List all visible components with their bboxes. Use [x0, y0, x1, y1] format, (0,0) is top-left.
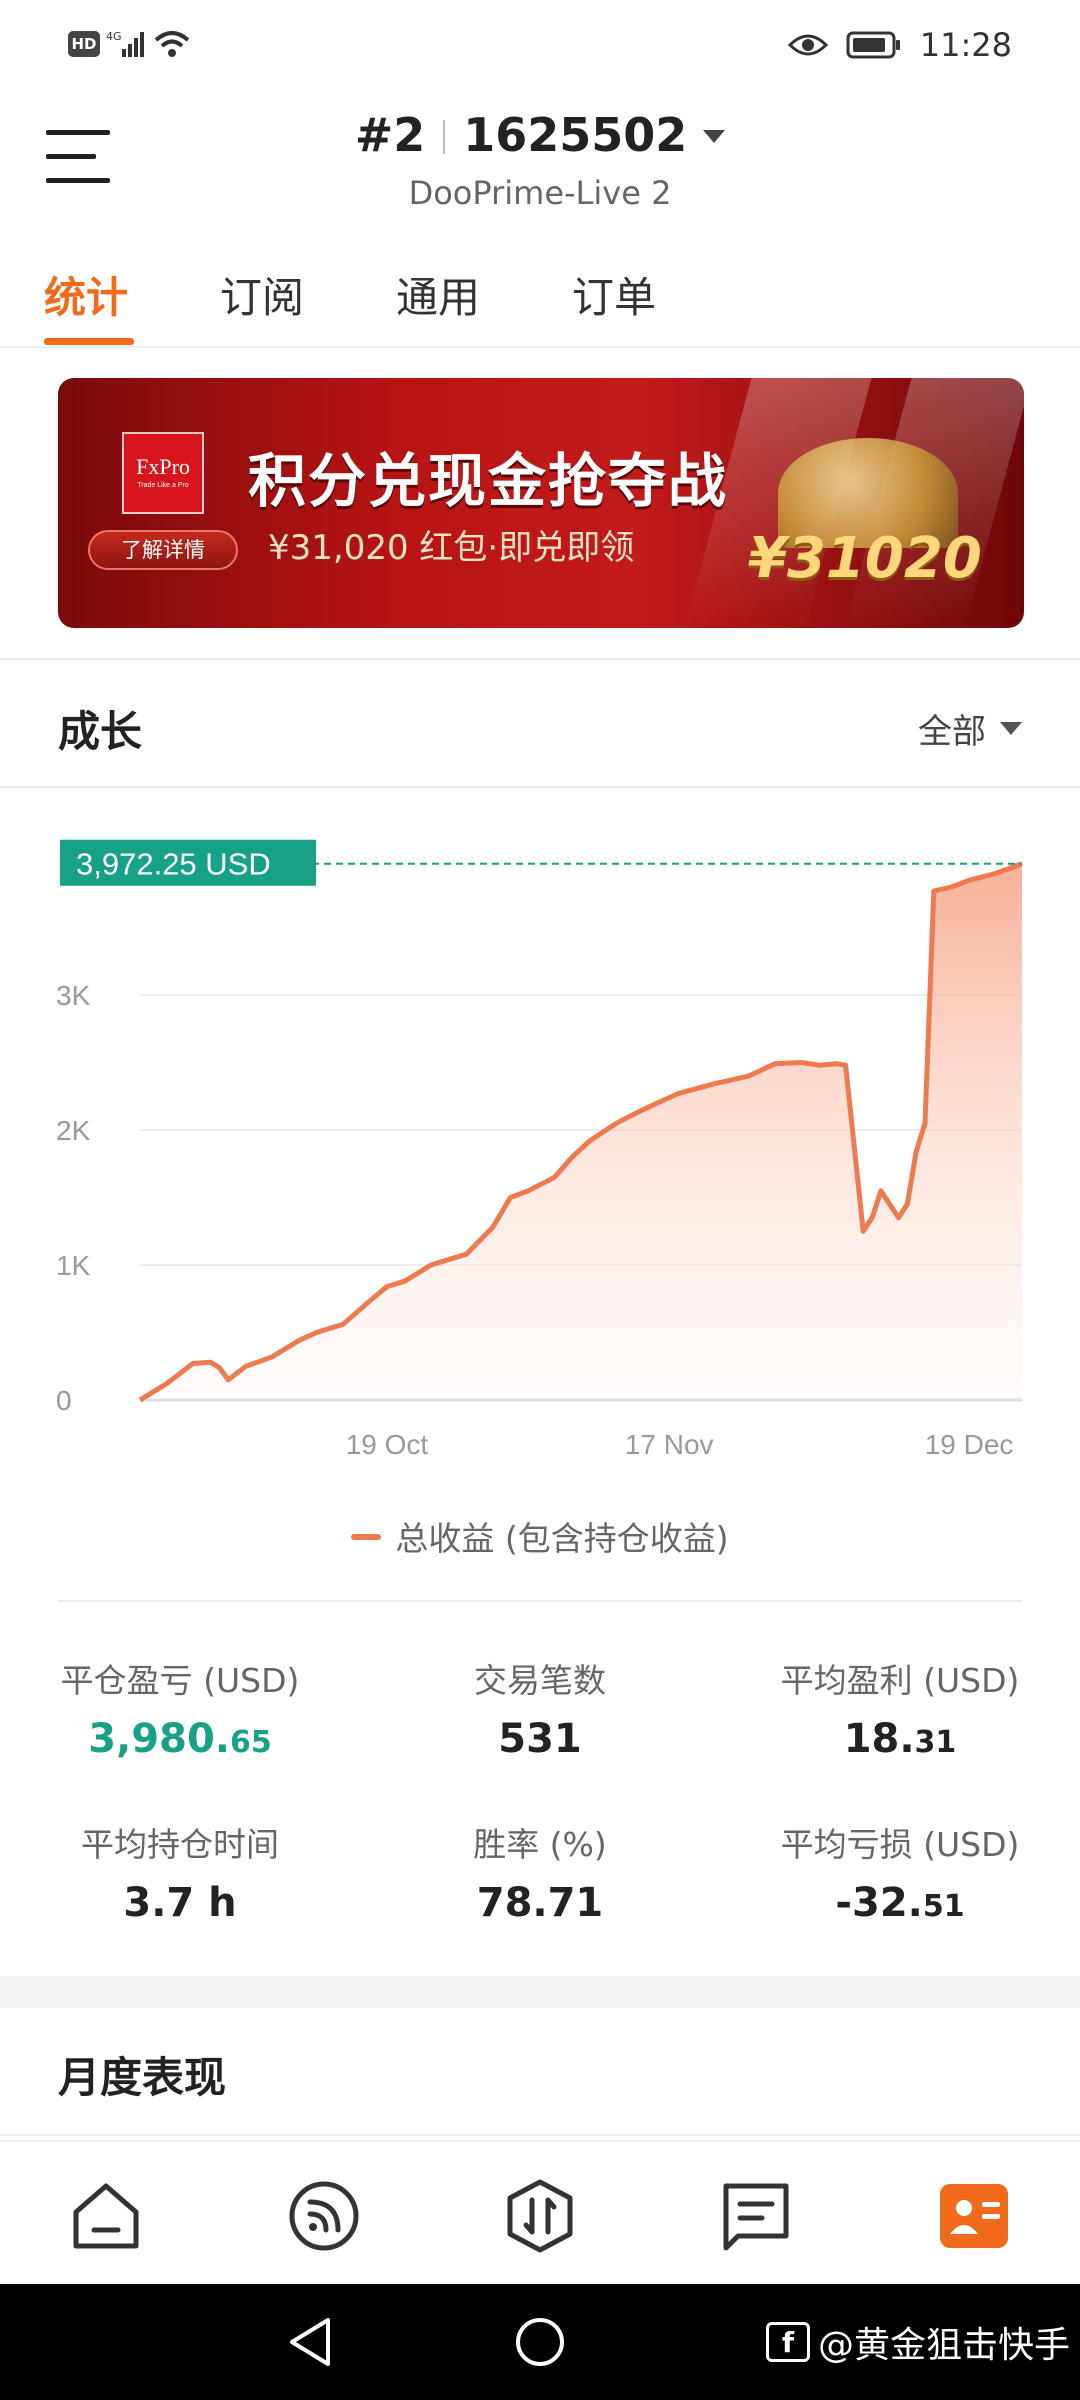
trades-label: 交易笔数 — [474, 1661, 606, 1700]
home-icon[interactable] — [68, 2178, 144, 2254]
growth-chart[interactable]: 3,972.25 USD 0 1K 2K 3K 19 Oct 17 Nov 19 Dec — [0, 800, 1080, 1500]
status-right: 11:28 — [787, 26, 1012, 64]
logo-text: FxPro — [136, 454, 190, 479]
closed-pnl-value: 3,980.65 — [0, 1716, 360, 1762]
battery-icon — [846, 31, 900, 59]
divider — [0, 786, 1080, 788]
tab-general[interactable]: 通用 — [396, 264, 480, 325]
eye-icon — [787, 34, 828, 56]
divider — [0, 658, 1080, 660]
y-tick-label: 0 — [56, 1385, 72, 1416]
chevron-down-icon — [1000, 722, 1022, 735]
banner-headline: 积分兑现金抢夺战 — [248, 447, 729, 515]
bottom-nav — [0, 2140, 1080, 2284]
fxpro-logo: FxPro Trade Like a Pro — [122, 432, 204, 514]
range-selector[interactable]: 全部 — [918, 704, 1022, 753]
growth-chart-svg: 3,972.25 USD 0 1K 2K 3K 19 Oct 17 Nov 19 Dec — [56, 839, 1023, 1460]
banner-subline: ¥31,020 红包·即兑即领 — [268, 528, 635, 568]
legend-swatch — [351, 1534, 382, 1540]
monthly-title: 月度表现 — [58, 2053, 227, 2102]
banner-amount: ¥31020 — [748, 526, 982, 591]
avg-profit-int: 18. — [843, 1716, 915, 1762]
tab-subscribe[interactable]: 订阅 — [220, 264, 304, 325]
title-separator — [443, 120, 446, 154]
x-tick-label: 19 Oct — [346, 1429, 429, 1460]
divider — [58, 1600, 1022, 1602]
chart-legend: 总收益 (包含持仓收益) — [0, 1512, 1080, 1560]
logo-tagline: Trade Like a Pro — [137, 482, 189, 489]
x-tick-label: 17 Nov — [625, 1429, 714, 1460]
current-value-label: 3,972.25 USD — [76, 847, 271, 882]
active-tab-indicator — [44, 338, 134, 345]
y-tick-label: 1K — [56, 1250, 91, 1281]
clock: 11:28 — [919, 26, 1012, 64]
server-name: DooPrime-Live 2 — [408, 174, 672, 212]
y-tick-label: 3K — [56, 980, 91, 1011]
y-tick-label: 2K — [56, 1115, 91, 1146]
kuaishou-logo-icon: f — [765, 2322, 810, 2362]
avg-profit-label: 平均盈利 (USD) — [780, 1661, 1020, 1700]
win-rate-label: 胜率 (%) — [473, 1825, 607, 1864]
status-bar: HD 4G 11:28 — [0, 0, 1080, 92]
closed-pnl-dec: 65 — [229, 1725, 272, 1760]
avg-loss-int: -32. — [835, 1880, 923, 1926]
profile-card-icon[interactable] — [936, 2178, 1012, 2254]
closed-pnl-label: 平仓盈亏 (USD) — [60, 1661, 300, 1700]
avg-hold-value: 3.7 h — [123, 1880, 237, 1926]
legend-label: 总收益 (包含持仓收益) — [395, 1519, 729, 1558]
growth-title: 成长 — [58, 707, 143, 756]
divider — [0, 2134, 1080, 2136]
section-gap — [0, 1976, 1080, 2008]
messages-icon[interactable] — [718, 2178, 794, 2254]
avg-profit-value: 18.31 — [720, 1716, 1080, 1762]
chevron-down-icon — [703, 130, 726, 143]
avg-loss-dec: 51 — [922, 1889, 965, 1924]
signal-feed-icon[interactable] — [286, 2178, 362, 2254]
network-type: 4G — [106, 30, 122, 43]
watermark: f @黄金狙击快手 — [765, 2316, 1070, 2368]
trades-value: 531 — [498, 1716, 582, 1762]
cellular-signal-icon: 4G — [106, 30, 144, 57]
home-circle-icon[interactable] — [512, 2314, 568, 2370]
account-number: 1625502 — [463, 108, 688, 162]
range-value: 全部 — [918, 712, 986, 752]
promo-banner[interactable]: FxPro Trade Like a Pro 了解详情 积分兑现金抢夺战 ¥31… — [58, 378, 1024, 628]
win-rate-value: 78.71 — [476, 1880, 604, 1926]
learn-more-button[interactable]: 了解详情 — [88, 530, 238, 570]
x-tick-label: 19 Dec — [925, 1429, 1014, 1460]
closed-pnl-int: 3,980. — [88, 1716, 230, 1762]
watermark-text: @黄金狙击快手 — [817, 2325, 1070, 2366]
app-screen: HD 4G 11:28 #2 1625502 DooPrime-Live 2 统… — [0, 0, 1080, 2400]
avg-loss-label: 平均亏损 (USD) — [780, 1825, 1020, 1864]
avg-profit-dec: 31 — [914, 1725, 957, 1760]
account-selector[interactable]: #2 1625502 — [0, 108, 1080, 162]
trade-icon[interactable] — [502, 2178, 578, 2254]
tab-statistics[interactable]: 统计 — [44, 264, 128, 325]
wifi-icon — [154, 31, 190, 57]
account-index: #2 — [354, 108, 426, 162]
status-left: HD 4G — [68, 28, 192, 60]
hd-badge: HD — [68, 31, 100, 57]
growth-area — [140, 863, 1022, 1400]
avg-loss-value: -32.51 — [720, 1880, 1080, 1926]
avg-hold-label: 平均持仓时间 — [81, 1825, 279, 1864]
back-icon[interactable] — [284, 2314, 334, 2370]
tab-bar: 统计 订阅 通用 订单 — [0, 258, 1080, 348]
tab-orders[interactable]: 订单 — [572, 264, 656, 325]
